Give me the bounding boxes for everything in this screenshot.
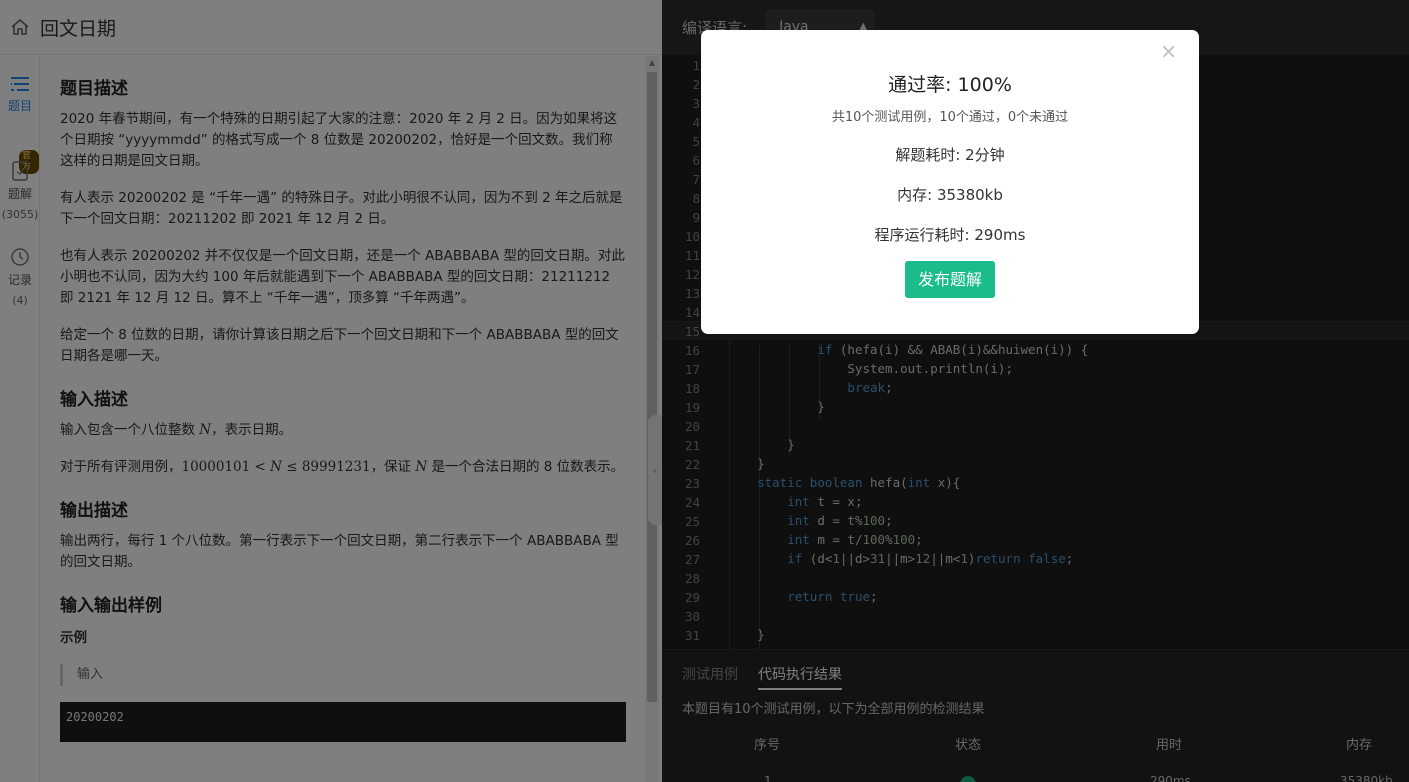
pass-rate-title: 通过率: 100% [888,74,1012,96]
test-summary: 共10个测试用例，10个通过，0个未通过 [831,110,1069,125]
close-icon[interactable]: × [1160,39,1177,63]
memory-usage: 内存: 35380kb [897,186,1003,204]
solve-time: 解题耗时: 2分钟 [895,146,1005,164]
runtime: 程序运行耗时: 290ms [874,226,1026,244]
result-modal: × 通过率: 100% 共10个测试用例，10个通过，0个未通过 解题耗时: 2… [701,30,1199,334]
publish-solution-button[interactable]: 发布题解 [905,261,995,298]
